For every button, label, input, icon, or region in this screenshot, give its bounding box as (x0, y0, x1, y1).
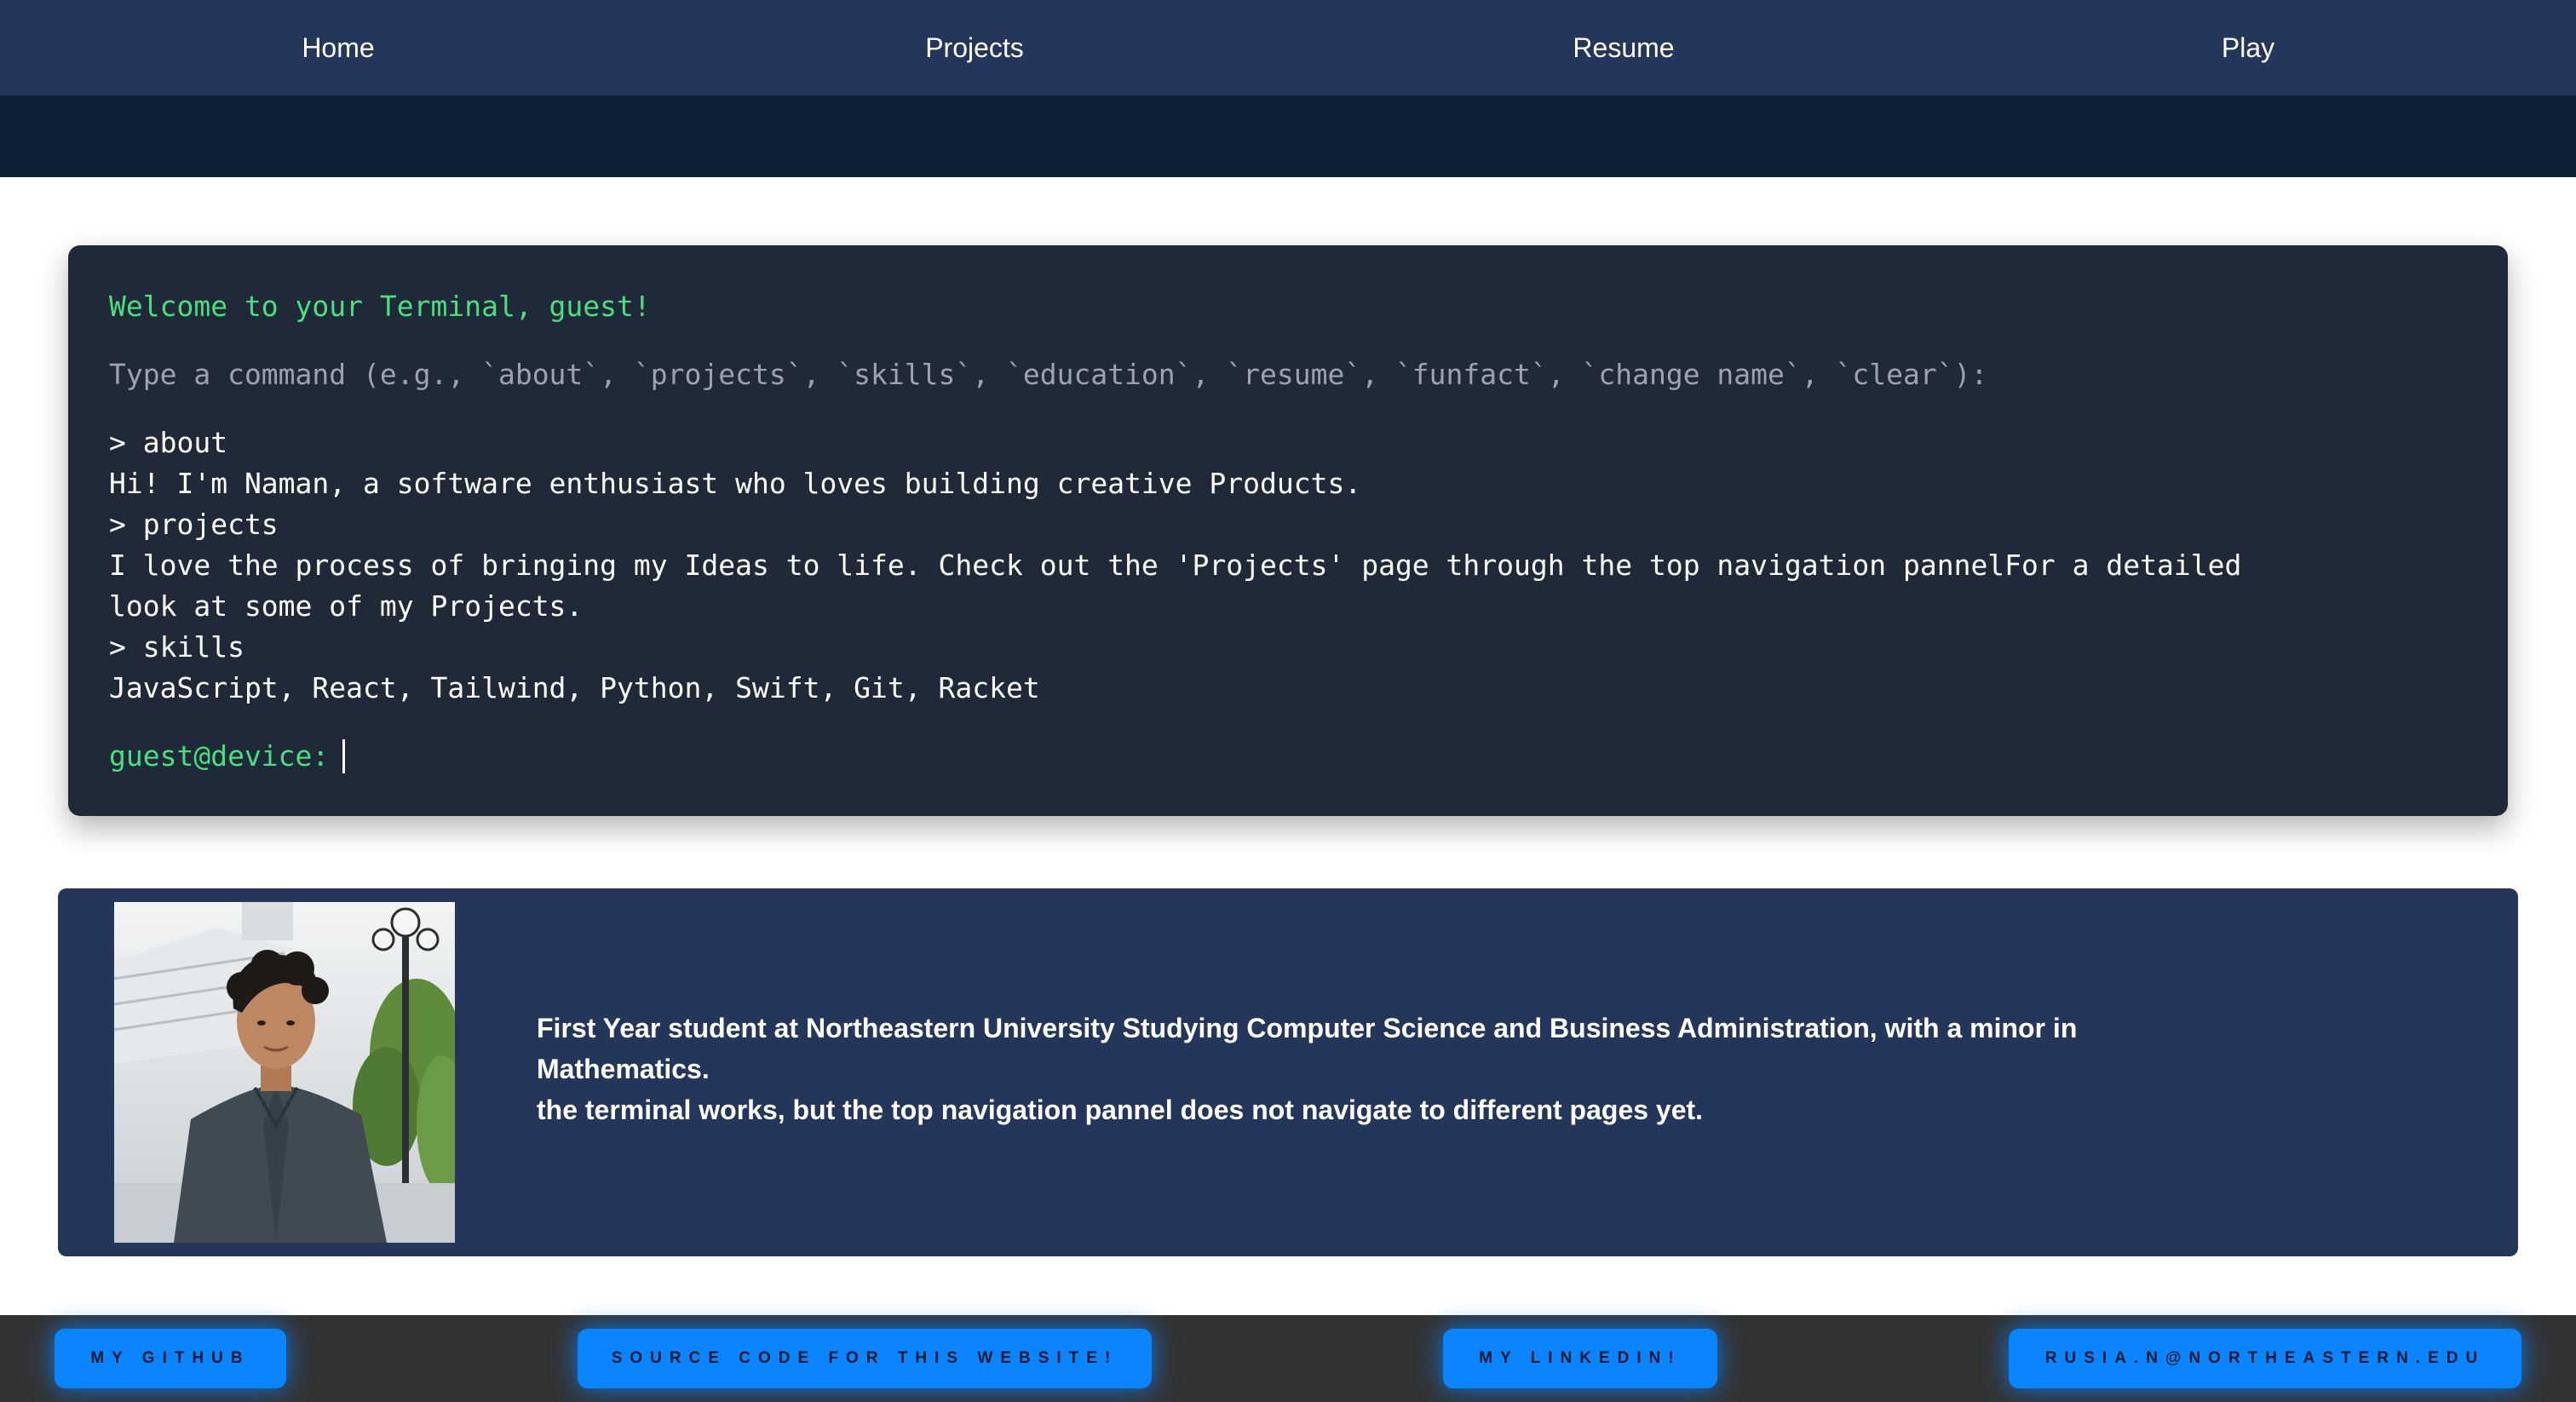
profile-photo (114, 902, 455, 1243)
linkedin-link-button[interactable]: MY LINKEDIN! (1443, 1329, 1717, 1388)
terminal-output: Hi! I'm Naman, a software enthusiast who… (109, 467, 1362, 500)
bio-card: First Year student at Northeastern Unive… (58, 888, 2518, 1256)
terminal-command: > skills (109, 630, 244, 664)
terminal-hint: Type a command (e.g., `about`, `projects… (109, 358, 1988, 391)
terminal-prompt: guest@device: (109, 739, 330, 773)
terminal-output: I love the process of bringing my Ideas … (109, 549, 2259, 623)
text-cursor (342, 739, 346, 773)
profile-photo-illustration (114, 902, 455, 1243)
terminal-output: JavaScript, React, Tailwind, Python, Swi… (109, 671, 1040, 704)
nav-item-projects[interactable]: Projects (925, 0, 1024, 95)
terminal-window[interactable]: Welcome to your Terminal, guest! Type a … (68, 245, 2508, 816)
header-band (0, 95, 2576, 177)
footer: MY GITHUB SOURCE CODE FOR THIS WEBSITE! … (0, 1315, 2576, 1402)
nav-item-play[interactable]: Play (2222, 0, 2274, 95)
terminal-command: > projects (109, 508, 279, 541)
terminal-input-row[interactable]: guest@device: (109, 736, 2467, 777)
nav-item-resume[interactable]: Resume (1573, 0, 1674, 95)
github-link-button[interactable]: MY GITHUB (55, 1329, 286, 1388)
top-navigation: Home Projects Resume Play (0, 0, 2576, 95)
page: Home Projects Resume Play Welcome to you… (0, 0, 2576, 1402)
source-code-link-button[interactable]: SOURCE CODE FOR THIS WEBSITE! (578, 1329, 1152, 1388)
terminal-history: > about Hi! I'm Naman, a software enthus… (109, 422, 2467, 709)
terminal-welcome: Welcome to your Terminal, guest! (109, 290, 651, 323)
bio-text: First Year student at Northeastern Unive… (537, 1008, 2206, 1130)
bio-line-note: the terminal works, but the top navigati… (537, 1095, 1704, 1125)
email-link-button[interactable]: RUSIA.N@NORTHEASTERN.EDU (2009, 1329, 2521, 1388)
bio-line-education: First Year student at Northeastern Unive… (537, 1013, 2078, 1084)
nav-item-home[interactable]: Home (302, 0, 374, 95)
terminal-command: > about (109, 426, 228, 459)
